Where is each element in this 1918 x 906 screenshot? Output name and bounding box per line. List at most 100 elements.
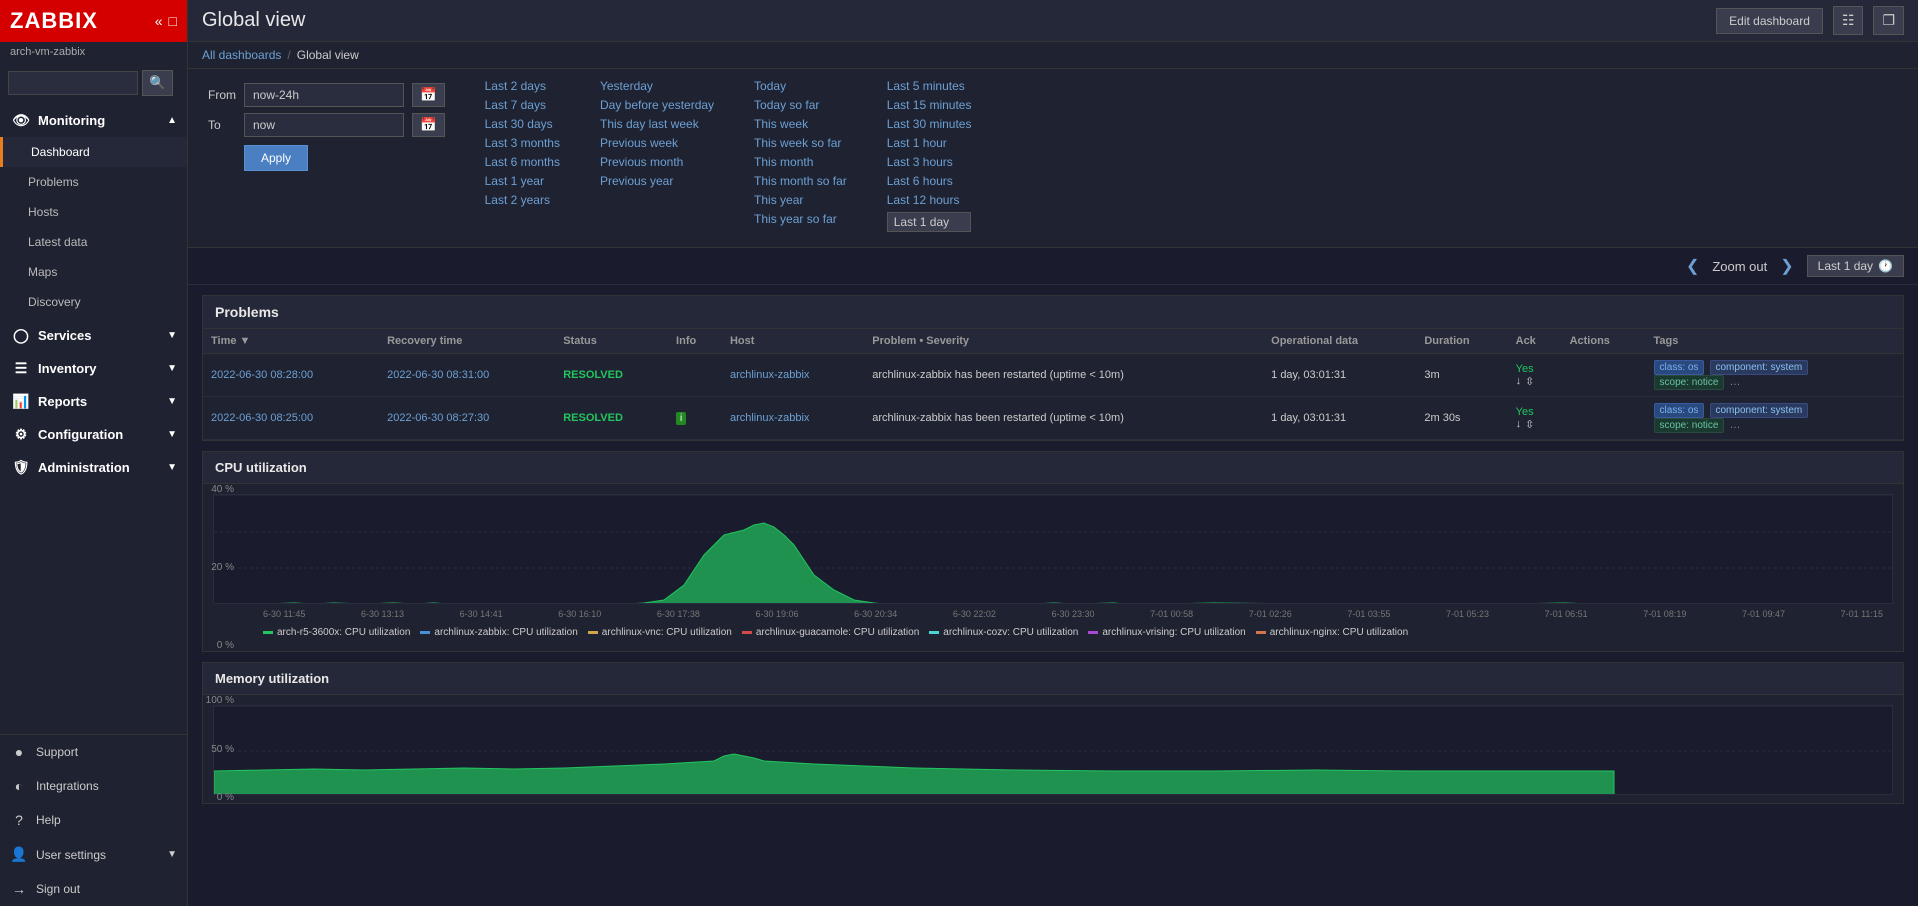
quick-last-6-hours[interactable]: Last 6 hours xyxy=(887,174,972,188)
zoom-next-button[interactable]: ❯ xyxy=(1775,254,1798,278)
quick-previous-week[interactable]: Previous week xyxy=(600,136,714,150)
row1-ack-sort-icon[interactable]: ⇳ xyxy=(1525,375,1534,388)
row2-tag-more[interactable]: … xyxy=(1730,419,1741,431)
quick-day-before-yesterday[interactable]: Day before yesterday xyxy=(600,98,714,112)
row2-ack-down-icon[interactable]: ↓ xyxy=(1516,418,1522,430)
edit-dashboard-button[interactable]: Edit dashboard xyxy=(1716,8,1823,34)
quick-last-5-min[interactable]: Last 5 minutes xyxy=(887,79,972,93)
sidebar-item-integrations[interactable]: ◐ Integrations xyxy=(0,769,187,803)
legend-dot-guacamole xyxy=(742,631,752,634)
quick-previous-year[interactable]: Previous year xyxy=(600,174,714,188)
fullscreen-button[interactable]: ❐ xyxy=(1873,6,1904,35)
sidebar-item-dashboard[interactable]: Dashboard xyxy=(0,137,187,167)
row1-host-link[interactable]: archlinux-zabbix xyxy=(730,369,809,381)
sidebar-item-user-settings[interactable]: 👤 User settings ▼ xyxy=(0,837,187,872)
quick-this-week[interactable]: This week xyxy=(754,117,847,131)
sidebar-item-help[interactable]: ? Help xyxy=(0,803,187,837)
sidebar-item-latest-data[interactable]: Latest data xyxy=(0,227,187,257)
apply-button[interactable]: Apply xyxy=(244,145,308,171)
quick-today[interactable]: Today xyxy=(754,79,847,93)
quick-this-day-last-week[interactable]: This day last week xyxy=(600,117,714,131)
row1-recovery-link[interactable]: 2022-06-30 08:31:00 xyxy=(387,369,489,381)
quick-last-3-hours[interactable]: Last 3 hours xyxy=(887,155,972,169)
sidebar-item-inventory[interactable]: ☰ Inventory ▼ xyxy=(0,352,187,385)
quick-last-1-hour[interactable]: Last 1 hour xyxy=(887,136,972,150)
quick-last-12-hours[interactable]: Last 12 hours xyxy=(887,193,972,207)
quick-last-2-days[interactable]: Last 2 days xyxy=(485,79,560,93)
legend-item-cozv: archlinux-cozv: CPU utilization xyxy=(929,627,1078,638)
row1-opdata: 1 day, 03:01:31 xyxy=(1263,354,1416,397)
expand-icon[interactable]: □ xyxy=(169,13,177,29)
quick-links: Last 2 days Last 7 days Last 30 days Las… xyxy=(485,79,972,232)
quick-last-30-days[interactable]: Last 30 days xyxy=(485,117,560,131)
quick-this-month[interactable]: This month xyxy=(754,155,847,169)
quick-this-month-so-far[interactable]: This month so far xyxy=(754,174,847,188)
quick-last-30-min[interactable]: Last 30 minutes xyxy=(887,117,972,131)
sidebar-item-administration[interactable]: 🛡 Administration ▼ xyxy=(0,451,187,484)
row1-tag-scope[interactable]: scope: notice xyxy=(1654,375,1725,390)
row1-time-link[interactable]: 2022-06-30 08:28:00 xyxy=(211,369,313,381)
cpu-x-label-15: 7-01 09:47 xyxy=(1742,609,1785,619)
cpu-x-label-12: 7-01 05:23 xyxy=(1446,609,1489,619)
sidebar-header: ZABBIX « □ xyxy=(0,0,187,42)
to-input[interactable] xyxy=(244,113,404,137)
quick-today-so-far[interactable]: Today so far xyxy=(754,98,847,112)
sidebar-item-reports[interactable]: 📊 Reports ▼ xyxy=(0,385,187,418)
quick-last-2-years[interactable]: Last 2 years xyxy=(485,193,560,207)
row1-ack-value: Yes xyxy=(1516,363,1534,375)
row1-tags: class: os component: system scope: notic… xyxy=(1646,354,1903,397)
row2-recovery-link[interactable]: 2022-06-30 08:27:30 xyxy=(387,412,489,424)
to-calendar-button[interactable]: 📅 xyxy=(412,113,445,137)
quick-last-3-months[interactable]: Last 3 months xyxy=(485,136,560,150)
quick-this-week-so-far[interactable]: This week so far xyxy=(754,136,847,150)
monitoring-section: 👁 Monitoring ▲ Dashboard Problems Hosts … xyxy=(0,102,187,319)
sidebar-item-services[interactable]: ◯ Services ▼ xyxy=(0,319,187,352)
breadcrumb-all-dashboards[interactable]: All dashboards xyxy=(202,48,281,62)
row1-tag-os[interactable]: class: os xyxy=(1654,360,1705,375)
row1-actions xyxy=(1562,354,1646,397)
row2-ack-sort-icon[interactable]: ⇳ xyxy=(1525,418,1534,431)
collapse-icon[interactable]: « xyxy=(155,13,163,29)
row1-tag-more[interactable]: … xyxy=(1730,376,1741,388)
quick-last-6-months[interactable]: Last 6 months xyxy=(485,155,560,169)
sidebar-item-problems[interactable]: Problems xyxy=(0,167,187,197)
legend-label-vnc: archlinux-vnc: CPU utilization xyxy=(602,627,732,638)
quick-yesterday[interactable]: Yesterday xyxy=(600,79,714,93)
sidebar-item-discovery[interactable]: Discovery xyxy=(0,287,187,317)
search-input[interactable] xyxy=(8,71,138,95)
sidebar-item-maps[interactable]: Maps xyxy=(0,257,187,287)
cpu-chart-title: CPU utilization xyxy=(203,452,1903,484)
search-button[interactable]: 🔍 xyxy=(142,70,173,96)
sidebar-item-monitoring[interactable]: 👁 Monitoring ▲ xyxy=(0,104,187,137)
sign-out-label: Sign out xyxy=(36,882,80,896)
row2-tags: class: os component: system scope: notic… xyxy=(1646,397,1903,440)
quick-last-7-days[interactable]: Last 7 days xyxy=(485,98,560,112)
quick-this-year[interactable]: This year xyxy=(754,193,847,207)
row2-time-link[interactable]: 2022-06-30 08:25:00 xyxy=(211,412,313,424)
row2-tag-os[interactable]: class: os xyxy=(1654,403,1705,418)
integrations-label: Integrations xyxy=(36,779,99,793)
zoom-label[interactable]: Zoom out xyxy=(1712,259,1767,274)
row2-host-link[interactable]: archlinux-zabbix xyxy=(730,412,809,424)
from-input[interactable] xyxy=(244,83,404,107)
quick-previous-month[interactable]: Previous month xyxy=(600,155,714,169)
row2-tag-component[interactable]: component: system xyxy=(1710,403,1809,418)
sign-out-icon: → xyxy=(10,881,28,897)
row1-ack-down-icon[interactable]: ↓ xyxy=(1516,375,1522,387)
sidebar-item-configuration[interactable]: ⚙ Configuration ▼ xyxy=(0,418,187,451)
from-calendar-button[interactable]: 📅 xyxy=(412,83,445,107)
row2-tag-scope[interactable]: scope: notice xyxy=(1654,418,1725,433)
quick-last-15-min[interactable]: Last 15 minutes xyxy=(887,98,972,112)
sidebar-item-support[interactable]: ● Support xyxy=(0,735,187,769)
row1-tag-component[interactable]: component: system xyxy=(1710,360,1809,375)
legend-dot-vrising xyxy=(1088,631,1098,634)
cpu-chart-legend: arch-r5-3600x: CPU utilization archlinux… xyxy=(213,623,1893,646)
grid-view-button[interactable]: ☷ xyxy=(1833,6,1864,35)
zoom-prev-button[interactable]: ❮ xyxy=(1681,254,1704,278)
sidebar-item-hosts[interactable]: Hosts xyxy=(0,197,187,227)
quick-last-1-day[interactable]: Last 1 day xyxy=(887,212,972,232)
sidebar-item-sign-out[interactable]: → Sign out xyxy=(0,872,187,906)
quick-this-year-so-far[interactable]: This year so far xyxy=(754,212,847,226)
administration-label: Administration xyxy=(38,460,130,475)
quick-last-1-year[interactable]: Last 1 year xyxy=(485,174,560,188)
